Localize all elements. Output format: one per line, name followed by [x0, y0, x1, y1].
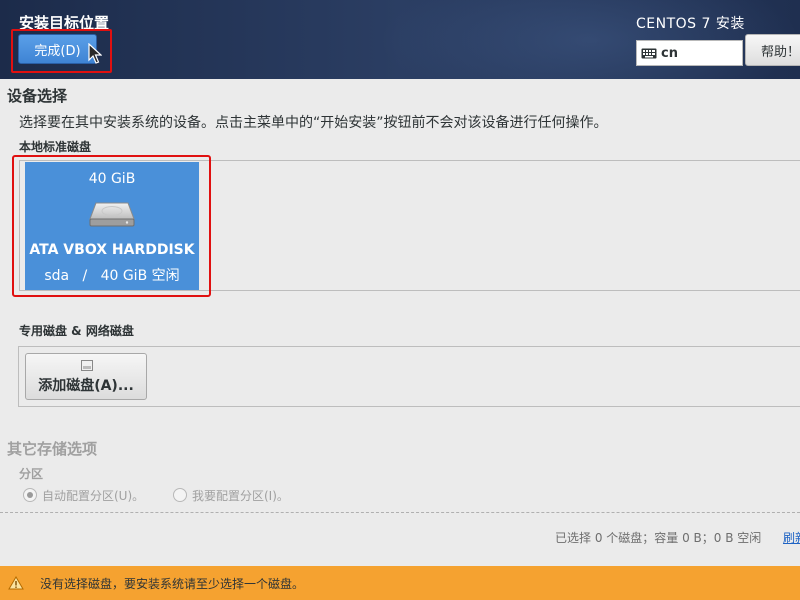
keyboard-layout-label: cn: [661, 45, 678, 61]
add-disk-button[interactable]: 添加磁盘(A)...: [25, 353, 147, 400]
disk-size: 40 GiB: [88, 171, 136, 187]
disk-device: sda: [44, 268, 70, 284]
disk-separator: /: [82, 268, 88, 284]
done-button[interactable]: 完成(D): [18, 34, 97, 64]
selection-summary: 已选择 0 个磁盘；容量 0 B；0 B 空闲: [555, 531, 762, 545]
disk-info: sda / 40 GiB 空闲: [25, 265, 199, 285]
local-disks-label: 本地标准磁盘: [19, 140, 92, 154]
disk-name: ATA VBOX HARDDISK: [29, 242, 195, 258]
disk-tile-sda[interactable]: 40 GiB ATA VBOX HARDDISK sda / 40 GiB 空闲: [25, 162, 199, 290]
disk-add-icon: [81, 360, 93, 371]
refresh-link[interactable]: 刷新: [783, 529, 800, 546]
partitioning-label: 分区: [19, 467, 44, 481]
add-disk-label: 添加磁盘(A)...: [38, 378, 134, 394]
manual-partition-radio[interactable]: [173, 488, 187, 502]
help-button[interactable]: 帮助！: [745, 34, 800, 66]
device-selection-description: 选择要在其中安装系统的设备。点击主菜单中的“开始安装”按钮前不会对该设备进行任何…: [19, 115, 608, 131]
keyboard-icon: [641, 48, 657, 58]
product-title: CENTOS 7 安装: [636, 16, 745, 32]
device-selection-title: 设备选择: [7, 87, 68, 105]
warning-bar: 没有选择磁盘，要安装系统请至少选择一个磁盘。: [0, 566, 800, 600]
hard-disk-icon: [89, 202, 135, 227]
keyboard-layout-indicator[interactable]: cn: [636, 40, 743, 66]
auto-partition-label: 自动配置分区(U)。: [42, 489, 145, 503]
disk-free-space: 40 GiB 空闲: [100, 268, 180, 284]
section-divider: [0, 512, 800, 513]
warning-icon: [8, 576, 24, 590]
manual-partition-label: 我要配置分区(I)。: [192, 489, 289, 503]
auto-partition-radio[interactable]: [23, 488, 37, 502]
warning-message: 没有选择磁盘，要安装系统请至少选择一个磁盘。: [40, 577, 305, 591]
mouse-pointer-icon: [88, 43, 102, 64]
specialized-disks-label: 专用磁盘 & 网络磁盘: [19, 324, 134, 338]
other-storage-title: 其它存储选项: [7, 440, 98, 458]
